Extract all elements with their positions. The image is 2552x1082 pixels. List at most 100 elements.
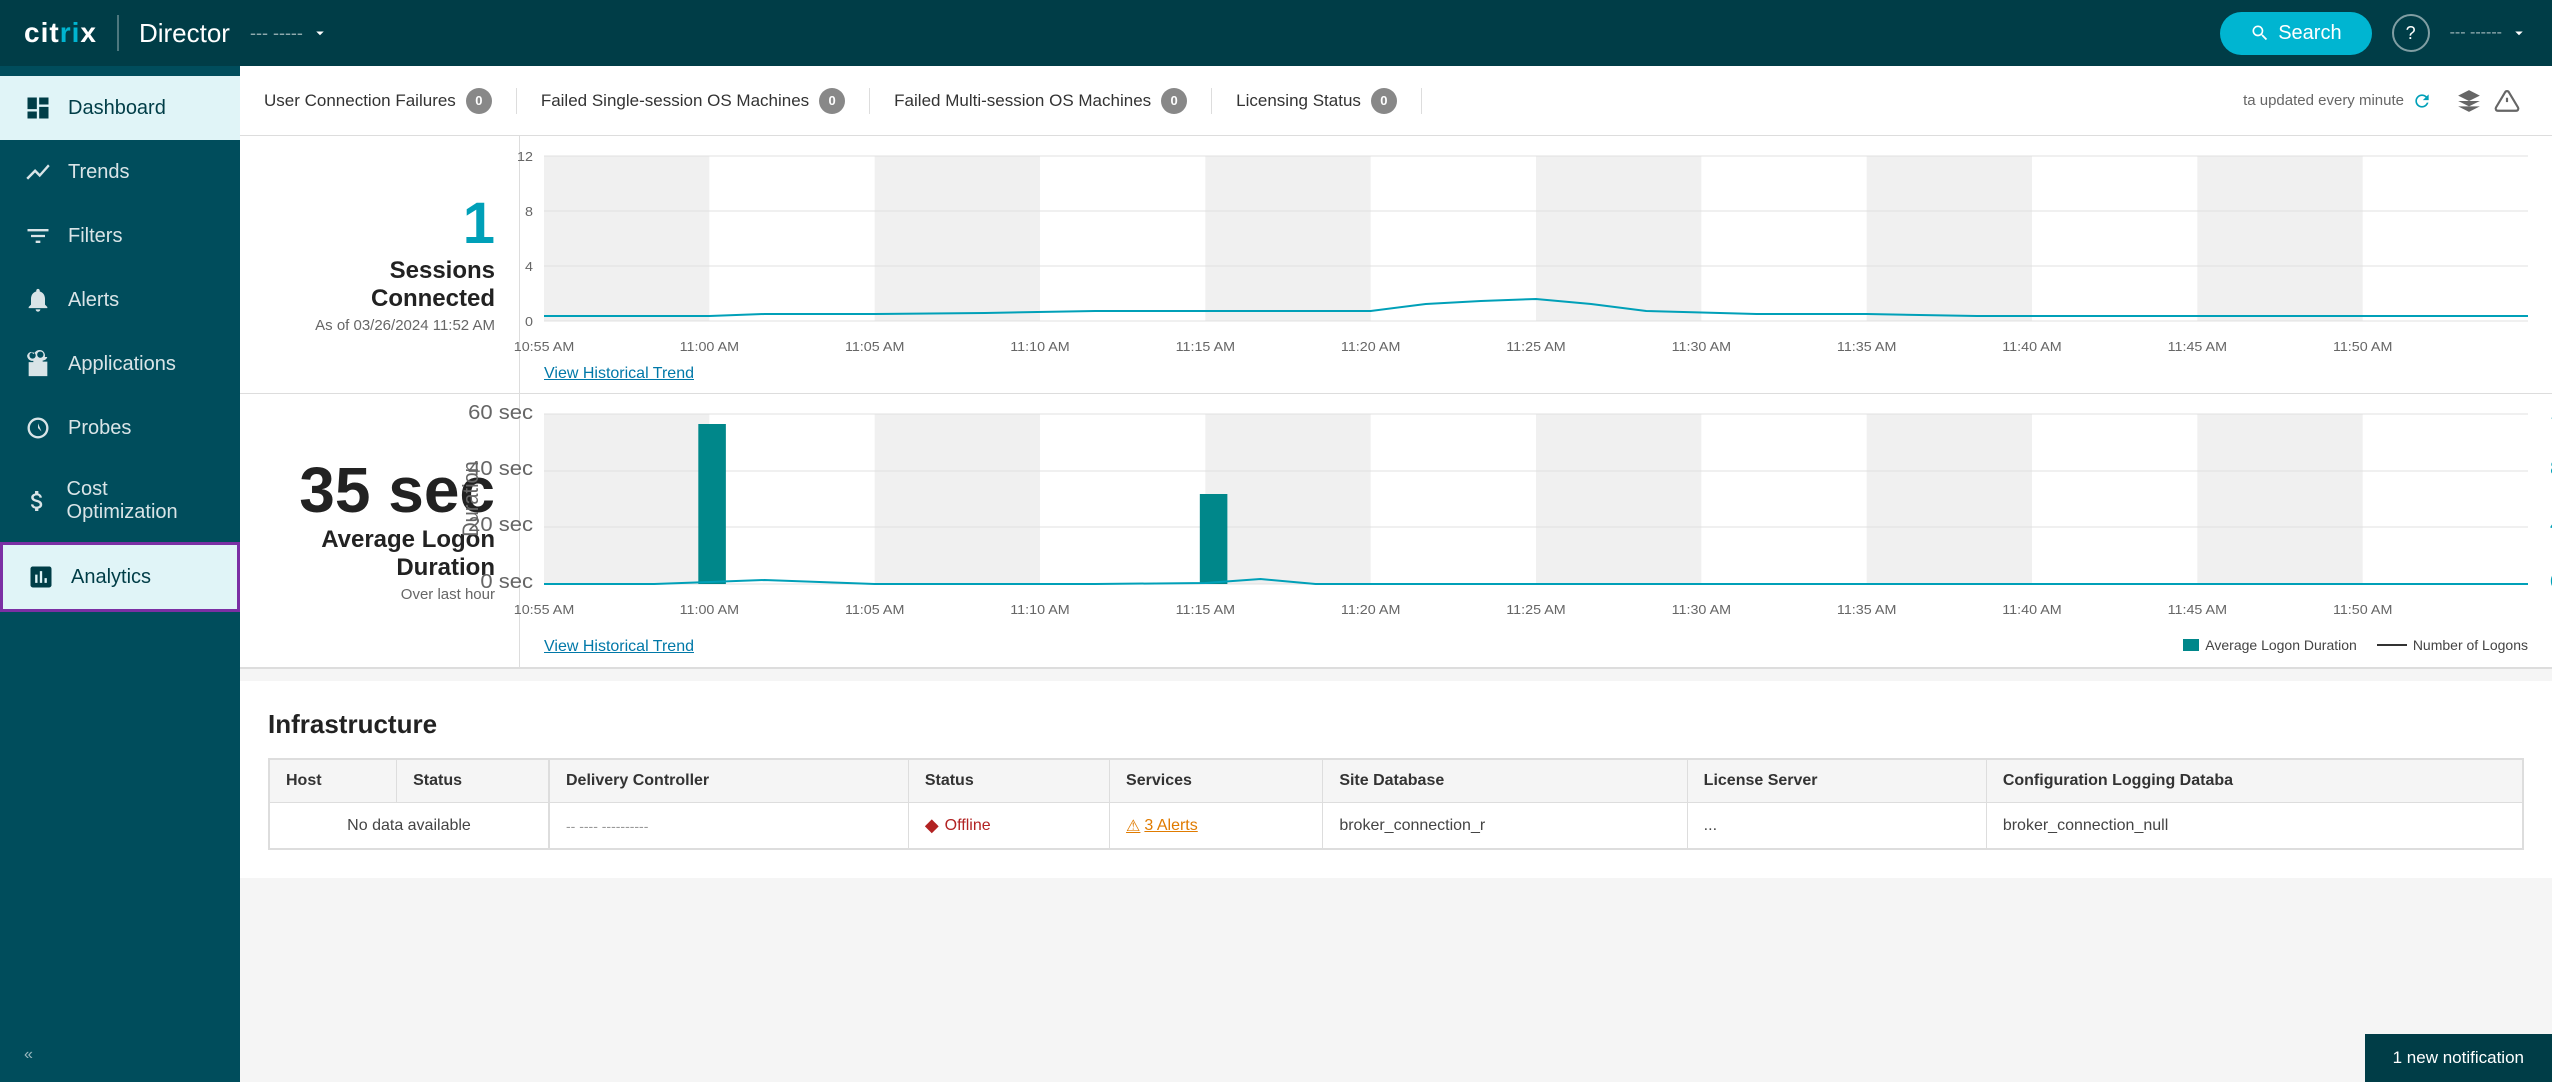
sidebar-item-cost-optimization[interactable]: Cost Optimization bbox=[0, 460, 240, 542]
fss-count: 0 bbox=[819, 88, 845, 114]
refresh-icon[interactable] bbox=[2412, 91, 2432, 111]
host-table: Host Status No data available bbox=[269, 759, 549, 849]
dc-status-header: Status bbox=[908, 760, 1109, 803]
collapse-icon: « bbox=[24, 1046, 33, 1064]
svg-text:10:55 AM: 10:55 AM bbox=[514, 603, 575, 617]
sidebar-item-trends[interactable]: Trends bbox=[0, 140, 240, 204]
sidebar-label-dashboard: Dashboard bbox=[68, 97, 166, 120]
status-failed-multi-session[interactable]: Failed Multi-session OS Machines 0 bbox=[870, 88, 1212, 114]
sidebar-item-filters[interactable]: Filters bbox=[0, 204, 240, 268]
svg-text:11:50 AM: 11:50 AM bbox=[2333, 603, 2392, 617]
sidebar-label-filters: Filters bbox=[68, 225, 122, 248]
sidebar-label-analytics: Analytics bbox=[71, 566, 151, 589]
svg-text:11:25 AM: 11:25 AM bbox=[1506, 340, 1565, 354]
status-right-icons bbox=[2448, 88, 2528, 114]
dc-license-header: License Server bbox=[1687, 760, 1986, 803]
notification-bar[interactable]: 1 new notification bbox=[2365, 1034, 2552, 1082]
legend-bar-icon bbox=[2183, 639, 2199, 651]
sessions-view-trend-link[interactable]: View Historical Trend bbox=[544, 365, 694, 383]
svg-text:4: 4 bbox=[525, 260, 533, 274]
user-name: --- ------ bbox=[2450, 24, 2502, 42]
sidebar-item-alerts[interactable]: Alerts bbox=[0, 268, 240, 332]
sessions-sublabel: As of 03/26/2024 11:52 AM bbox=[315, 317, 495, 334]
legend-bar-item: Average Logon Duration bbox=[2183, 637, 2357, 653]
filters-icon bbox=[24, 222, 52, 250]
status-update-info: ta updated every minute bbox=[2227, 91, 2448, 111]
nav-right: Search ? --- ------ bbox=[2220, 12, 2528, 55]
warning-triangle-icon: ⚠ bbox=[1126, 816, 1140, 836]
dc-status: ◆ Offline bbox=[908, 803, 1109, 849]
main-content: User Connection Failures 0 Failed Single… bbox=[240, 66, 2552, 1082]
fms-label: Failed Multi-session OS Machines bbox=[894, 91, 1151, 111]
offline-badge: ◆ Offline bbox=[925, 815, 1093, 836]
site-name: --- ----- bbox=[250, 23, 303, 44]
dc-configdb-header: Configuration Logging Databa bbox=[1986, 760, 2522, 803]
sidebar-collapse-button[interactable]: « bbox=[0, 1028, 240, 1082]
sidebar-label-applications: Applications bbox=[68, 353, 176, 376]
svg-text:11:05 AM: 11:05 AM bbox=[845, 340, 904, 354]
logon-chart-area: 0 sec 20 sec 40 sec 60 sec 0 4 8 12 bbox=[520, 394, 2552, 667]
svg-text:11:00 AM: 11:00 AM bbox=[680, 340, 739, 354]
sidebar-item-probes[interactable]: Probes bbox=[0, 396, 240, 460]
dc-name: -- ---- ---------- bbox=[550, 803, 909, 849]
table-row: No data available bbox=[270, 803, 549, 849]
alerts-link[interactable]: ⚠ 3 Alerts bbox=[1126, 816, 1306, 836]
sessions-number: 1 bbox=[463, 195, 495, 253]
svg-text:60 sec: 60 sec bbox=[468, 402, 533, 424]
svg-text:10:55 AM: 10:55 AM bbox=[514, 340, 575, 354]
top-navigation: citrix Director --- ----- Search ? --- -… bbox=[0, 0, 2552, 66]
sidebar-label-trends: Trends bbox=[68, 161, 130, 184]
svg-text:11:30 AM: 11:30 AM bbox=[1672, 603, 1731, 617]
offline-icon: ◆ bbox=[925, 815, 939, 836]
citrix-brand: citrix bbox=[24, 17, 97, 49]
update-text: ta updated every minute bbox=[2243, 92, 2404, 109]
lic-label: Licensing Status bbox=[1236, 91, 1361, 111]
chart-legend: Average Logon Duration Number of Logons bbox=[2183, 633, 2528, 657]
sidebar-item-dashboard[interactable]: Dashboard bbox=[0, 76, 240, 140]
svg-text:11:50 AM: 11:50 AM bbox=[2333, 340, 2392, 354]
search-label: Search bbox=[2278, 22, 2341, 45]
svg-text:11:15 AM: 11:15 AM bbox=[1176, 603, 1235, 617]
svg-text:11:35 AM: 11:35 AM bbox=[1837, 603, 1896, 617]
nav-left: citrix Director --- ----- bbox=[24, 15, 329, 51]
alerts-icon bbox=[24, 286, 52, 314]
probes-icon bbox=[24, 414, 52, 442]
sessions-chart: 0 4 8 12 10:55 AM 11:00 AM 11:05 AM 11:1… bbox=[544, 156, 2528, 356]
sidebar-label-cost-optimization: Cost Optimization bbox=[67, 478, 216, 524]
status-user-connection-failures[interactable]: User Connection Failures 0 bbox=[264, 88, 517, 114]
ucf-label: User Connection Failures bbox=[264, 91, 456, 111]
legend-line-item: Number of Logons bbox=[2377, 637, 2528, 653]
user-chevron-icon bbox=[2510, 24, 2528, 42]
host-col-header: Host bbox=[270, 760, 397, 803]
dc-sitedb-value: broker_connection_r bbox=[1323, 803, 1687, 849]
svg-text:11:35 AM: 11:35 AM bbox=[1837, 340, 1896, 354]
svg-text:11:05 AM: 11:05 AM bbox=[845, 603, 904, 617]
chevron-down-icon bbox=[311, 24, 329, 42]
svg-text:11:20 AM: 11:20 AM bbox=[1341, 340, 1400, 354]
user-selector[interactable]: --- ------ bbox=[2450, 24, 2528, 42]
table-row: -- ---- ---------- ◆ Offline ⚠ 3 Alerts bbox=[550, 803, 2523, 849]
search-button[interactable]: Search bbox=[2220, 12, 2371, 55]
dc-services[interactable]: ⚠ 3 Alerts bbox=[1110, 803, 1323, 849]
svg-text:11:45 AM: 11:45 AM bbox=[2168, 603, 2227, 617]
logon-chart: 0 sec 20 sec 40 sec 60 sec 0 4 8 12 bbox=[544, 414, 2528, 624]
sidebar-item-applications[interactable]: Applications bbox=[0, 332, 240, 396]
site-selector[interactable]: --- ----- bbox=[250, 23, 329, 44]
status-failed-single-session[interactable]: Failed Single-session OS Machines 0 bbox=[517, 88, 870, 114]
infrastructure-section: Infrastructure Host Status No data avail… bbox=[240, 681, 2552, 878]
help-button[interactable]: ? bbox=[2392, 14, 2430, 52]
svg-text:11:40 AM: 11:40 AM bbox=[2002, 340, 2061, 354]
svg-text:0 sec: 0 sec bbox=[480, 571, 533, 593]
legend-bar-label: Average Logon Duration bbox=[2205, 637, 2357, 653]
svg-text:8: 8 bbox=[525, 205, 533, 219]
cost-optimization-icon bbox=[24, 487, 51, 515]
svg-text:12: 12 bbox=[517, 150, 533, 164]
svg-text:11:15 AM: 11:15 AM bbox=[1176, 340, 1235, 354]
dc-sitedb-header: Site Database bbox=[1323, 760, 1687, 803]
diamond-icon bbox=[2456, 88, 2482, 114]
svg-text:11:40 AM: 11:40 AM bbox=[2002, 603, 2061, 617]
status-licensing[interactable]: Licensing Status 0 bbox=[1212, 88, 1422, 114]
sidebar-item-analytics[interactable]: Analytics bbox=[0, 542, 240, 612]
svg-text:11:10 AM: 11:10 AM bbox=[1010, 340, 1069, 354]
logon-view-trend-link[interactable]: View Historical Trend bbox=[544, 638, 694, 656]
